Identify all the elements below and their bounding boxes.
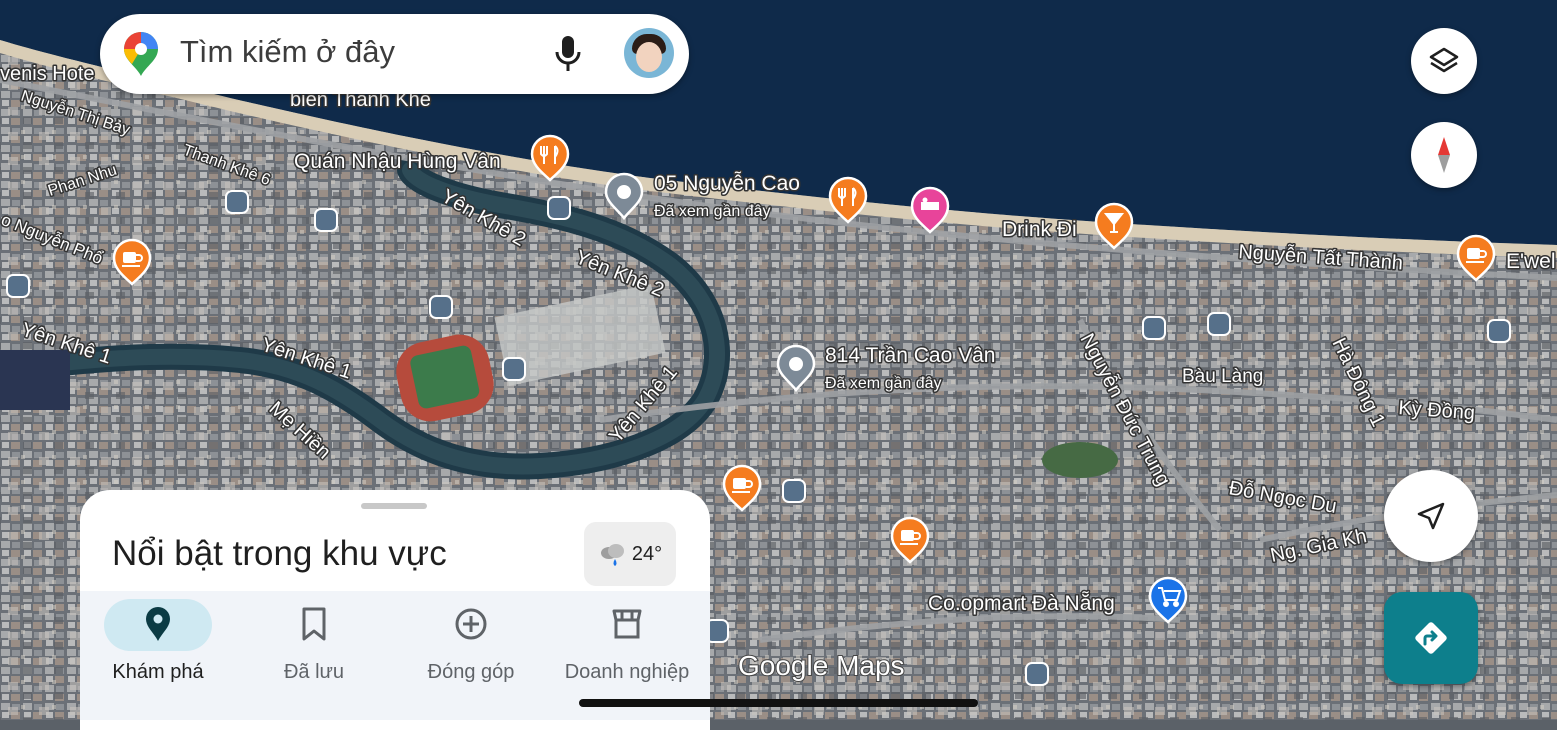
microphone-icon[interactable] bbox=[552, 34, 584, 74]
bus-stop-icon[interactable] bbox=[547, 196, 571, 220]
explore-pin-icon bbox=[146, 607, 170, 641]
road-label: venis Hote bbox=[0, 63, 95, 85]
compass-button[interactable] bbox=[1411, 122, 1477, 188]
home-indicator[interactable] bbox=[579, 699, 978, 707]
nav-explore[interactable]: Khám phá bbox=[80, 591, 236, 720]
nav-explore-label: Khám phá bbox=[112, 661, 204, 683]
poi-label[interactable]: Drink Đi bbox=[1001, 217, 1079, 243]
add-circle-icon bbox=[455, 608, 487, 640]
sheet-title: Nổi bật trong khu vực bbox=[112, 534, 447, 573]
nav-contribute-label: Đóng góp bbox=[427, 661, 515, 683]
compass-icon bbox=[1438, 137, 1450, 173]
poi-sublabel: Đã xem gần đây bbox=[654, 203, 771, 220]
weather-chip[interactable]: 24° bbox=[584, 522, 676, 586]
poi-sublabel: Đã xem gần đây bbox=[825, 375, 942, 392]
bookmark-icon bbox=[302, 607, 326, 641]
bus-stop-icon[interactable] bbox=[1142, 316, 1166, 340]
bus-stop-icon[interactable] bbox=[1207, 312, 1231, 336]
weather-temperature: 24° bbox=[631, 542, 663, 565]
bus-stop-icon[interactable] bbox=[1025, 662, 1049, 686]
poi-label[interactable]: 05 Nguyễn Cao bbox=[653, 171, 802, 197]
bus-stop-icon[interactable] bbox=[6, 274, 30, 298]
nav-business-label: Doanh nghiệp bbox=[564, 661, 690, 683]
google-maps-watermark: Google Maps bbox=[738, 650, 905, 681]
bus-stop-icon[interactable] bbox=[314, 208, 338, 232]
layers-button[interactable] bbox=[1411, 28, 1477, 94]
nav-contribute[interactable]: Đóng góp bbox=[393, 591, 549, 720]
sheet-drag-handle[interactable] bbox=[361, 503, 427, 509]
rain-cloud-icon bbox=[600, 544, 624, 566]
bus-stop-icon[interactable] bbox=[429, 295, 453, 319]
bus-stop-icon[interactable] bbox=[1487, 319, 1511, 343]
bus-stop-icon[interactable] bbox=[502, 357, 526, 381]
directions-icon bbox=[1415, 622, 1447, 654]
user-avatar[interactable] bbox=[624, 28, 674, 78]
poi-label[interactable]: Co.opmart Đà Nẵng bbox=[927, 591, 1117, 617]
nav-saved-label: Đã lưu bbox=[283, 661, 345, 683]
road-label: Bàu Làng bbox=[1182, 366, 1263, 387]
bus-stop-icon[interactable] bbox=[782, 479, 806, 503]
poi-label[interactable]: E'wel bbox=[1505, 249, 1557, 275]
storefront-icon bbox=[612, 609, 642, 639]
bus-stop-icon[interactable] bbox=[225, 190, 249, 214]
search-input[interactable]: Tìm kiếm ở đây bbox=[180, 34, 395, 70]
my-location-button[interactable] bbox=[1384, 470, 1478, 562]
my-location-icon bbox=[1417, 502, 1445, 530]
directions-button[interactable] bbox=[1384, 592, 1478, 684]
google-maps-logo-icon bbox=[124, 32, 158, 76]
poi-label[interactable]: 814 Trần Cao Vân bbox=[824, 343, 997, 369]
nav-saved[interactable]: Đã lưu bbox=[236, 591, 392, 720]
poi-label[interactable]: Quán Nhậu Hùng Vân bbox=[293, 149, 503, 175]
layers-icon bbox=[1429, 47, 1459, 73]
search-bar[interactable]: Tìm kiếm ở đây bbox=[100, 14, 689, 94]
